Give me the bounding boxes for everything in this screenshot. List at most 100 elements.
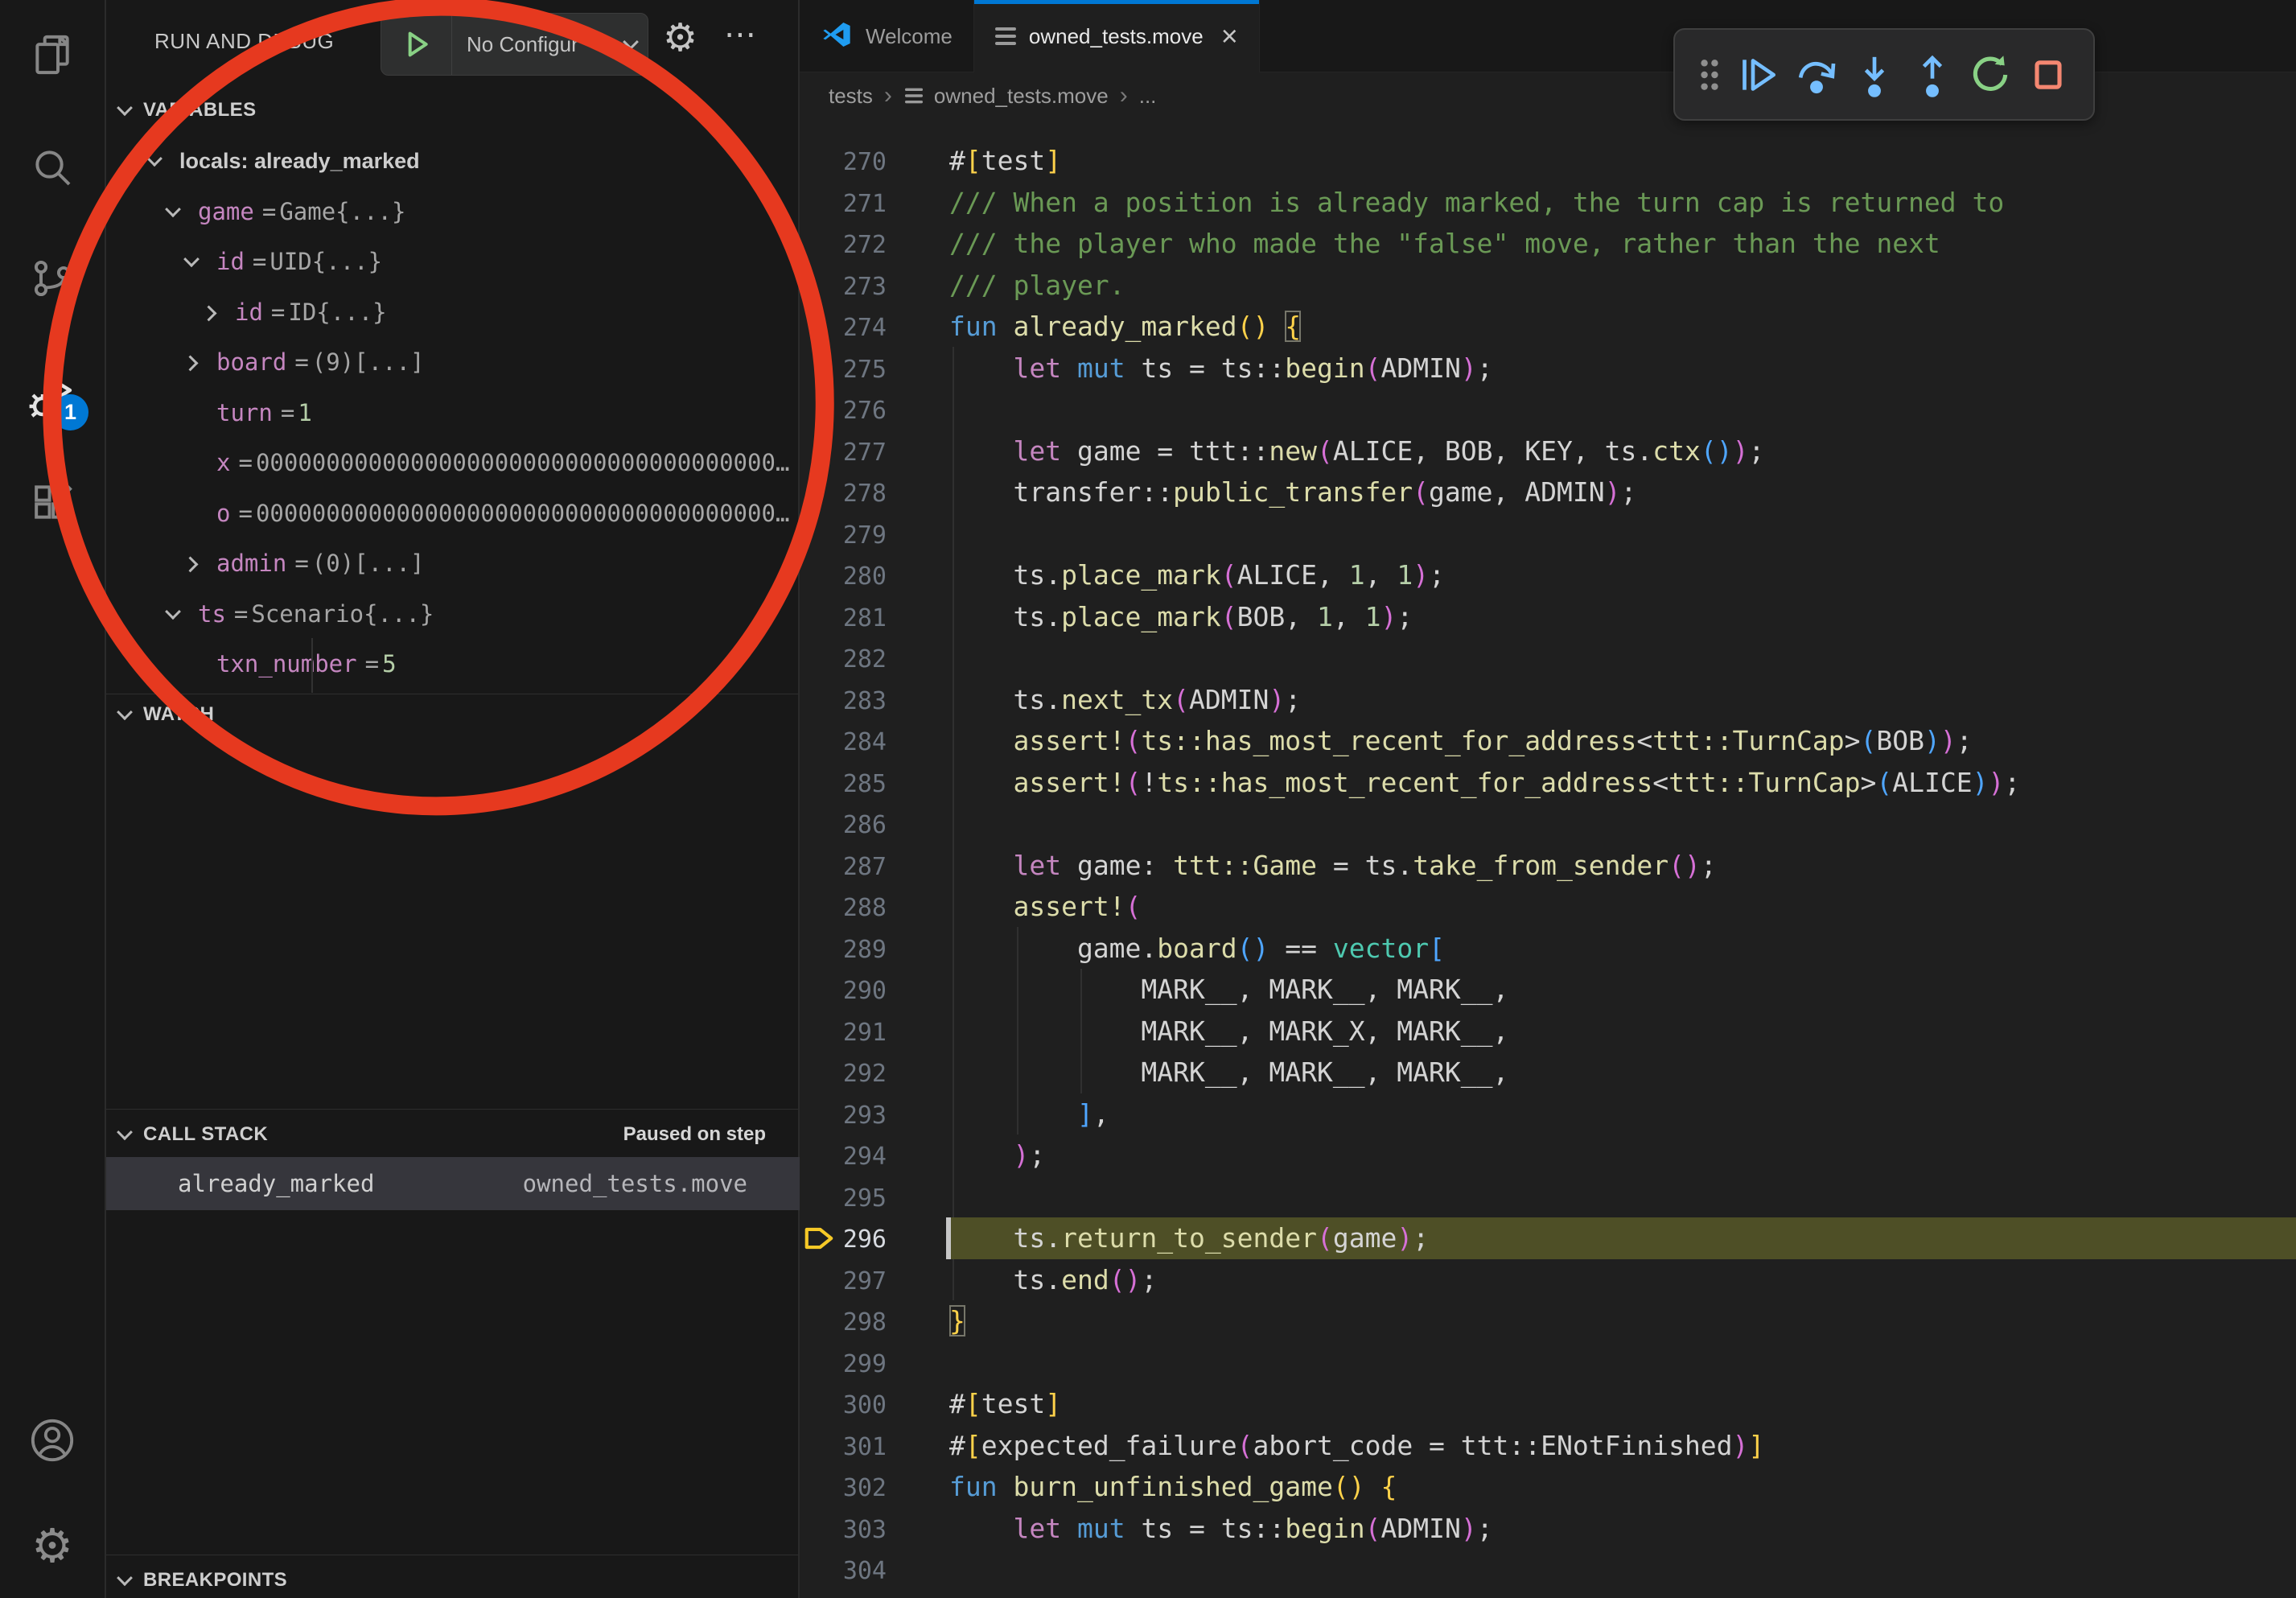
breadcrumb-item[interactable]: ...	[1139, 84, 1157, 109]
continue-icon[interactable]	[1730, 43, 1788, 107]
line-number[interactable]: 290	[800, 970, 887, 1012]
code-line[interactable]: 292 MARK__, MARK__, MARK__,	[800, 1052, 2296, 1093]
code-line[interactable]: 276	[800, 389, 2296, 430]
code-line[interactable]: 274fun already_marked() {	[800, 306, 2296, 348]
line-number[interactable]: 285	[800, 764, 887, 805]
variable-row[interactable]: turn=1	[106, 388, 800, 439]
line-number[interactable]: 291	[800, 1012, 887, 1054]
stop-icon[interactable]	[2019, 43, 2077, 107]
code-line[interactable]: 288 assert!(	[800, 886, 2296, 928]
line-number[interactable]: 289	[800, 929, 887, 971]
variable-row[interactable]: id=ID{...}	[106, 287, 800, 338]
line-number[interactable]: 273	[800, 266, 887, 308]
line-number[interactable]: 301	[800, 1427, 887, 1468]
source-control-icon[interactable]	[0, 238, 105, 319]
search-icon[interactable]	[0, 127, 105, 208]
code-line[interactable]: 294 );	[800, 1135, 2296, 1176]
line-number[interactable]: 277	[800, 432, 887, 474]
code-line[interactable]: 303 let mut ts = ts::begin(ADMIN);	[800, 1508, 2296, 1550]
start-debug-icon[interactable]	[381, 14, 452, 75]
line-number[interactable]: 274	[800, 307, 887, 349]
tab-welcome[interactable]: Welcome	[800, 0, 974, 72]
code-line[interactable]: 299	[800, 1342, 2296, 1384]
line-number[interactable]: 272	[800, 224, 887, 266]
line-number[interactable]: 287	[800, 846, 887, 888]
line-number[interactable]: 276	[800, 390, 887, 432]
code-line[interactable]: 286	[800, 803, 2296, 845]
breakpoints-section-header[interactable]: BREAKPOINTS	[106, 1559, 798, 1598]
line-number[interactable]: 271	[800, 183, 887, 225]
chevron-down-icon[interactable]	[165, 201, 181, 217]
variable-row[interactable]: id=UID{...}	[106, 237, 800, 287]
settings-gear-icon[interactable]: ⚙	[0, 1506, 105, 1587]
code-line[interactable]: 285 assert!(!ts::has_most_recent_for_add…	[800, 762, 2296, 804]
code-line[interactable]: 280 ts.place_mark(ALICE, 1, 1);	[800, 554, 2296, 596]
line-number[interactable]: 282	[800, 639, 887, 681]
chevron-right-icon[interactable]	[183, 356, 199, 372]
code-line[interactable]: 279	[800, 513, 2296, 555]
code-line[interactable]: 304	[800, 1549, 2296, 1591]
close-icon[interactable]: ×	[1221, 22, 1238, 51]
line-number[interactable]: 278	[800, 473, 887, 515]
variable-row[interactable]: admin=(0)[...]	[106, 538, 800, 589]
line-number[interactable]: 297	[800, 1261, 887, 1303]
chevron-right-icon[interactable]	[183, 557, 199, 573]
code-line[interactable]: 291 MARK__, MARK_X, MARK__,	[800, 1011, 2296, 1052]
watch-section-header[interactable]: WATCH	[106, 694, 798, 735]
code-editor[interactable]: 270#[test]271/// When a position is alre…	[800, 119, 2296, 1598]
code-line[interactable]: 300#[test]	[800, 1383, 2296, 1425]
step-over-icon[interactable]	[1788, 43, 1845, 107]
more-actions-icon[interactable]: ⋯	[724, 16, 756, 53]
variable-row[interactable]: txn_number=5	[106, 639, 800, 690]
tab-owned-tests-move[interactable]: owned_tests.move×	[974, 0, 1260, 72]
code-line[interactable]: 298}	[800, 1300, 2296, 1342]
code-line[interactable]: 293 ],	[800, 1093, 2296, 1135]
code-line[interactable]: 284 assert!(ts::has_most_recent_for_addr…	[800, 720, 2296, 762]
step-out-icon[interactable]	[1903, 43, 1961, 107]
line-number[interactable]: 283	[800, 681, 887, 723]
chevron-down-icon[interactable]	[146, 151, 163, 167]
code-line[interactable]: 296 ts.return_to_sender(game);	[800, 1217, 2296, 1259]
extensions-icon[interactable]	[0, 462, 105, 542]
line-number[interactable]: 294	[800, 1136, 887, 1178]
line-number[interactable]: 279	[800, 515, 887, 557]
account-icon[interactable]	[0, 1400, 105, 1481]
line-number[interactable]: 304	[800, 1551, 887, 1592]
toolbar-drag-handle[interactable]	[1689, 43, 1730, 107]
code-line[interactable]: 289 game.board() == vector[	[800, 928, 2296, 970]
line-number[interactable]: 302	[800, 1468, 887, 1509]
line-number[interactable]: 299	[800, 1344, 887, 1386]
code-line[interactable]: 302fun burn_unfinished_game() {	[800, 1466, 2296, 1508]
line-number[interactable]: 295	[800, 1178, 887, 1220]
explorer-icon[interactable]	[0, 14, 105, 95]
code-line[interactable]: 297 ts.end();	[800, 1259, 2296, 1301]
debug-config-dropdown[interactable]: No Configur	[381, 13, 648, 76]
call-stack-frame[interactable]: already_marked owned_tests.move	[106, 1157, 800, 1210]
variable-row[interactable]: x=00000000000000000000000000000000000000…	[106, 438, 800, 488]
variable-row[interactable]: board=(9)[...]	[106, 337, 800, 388]
code-line[interactable]: 301#[expected_failure(abort_code = ttt::…	[800, 1425, 2296, 1467]
code-line[interactable]: 287 let game: ttt::Game = ts.take_from_s…	[800, 845, 2296, 887]
breadcrumb-item[interactable]: owned_tests.move	[934, 84, 1109, 109]
code-line[interactable]: 270#[test]	[800, 140, 2296, 182]
line-number[interactable]: 292	[800, 1053, 887, 1095]
line-number[interactable]: 284	[800, 722, 887, 764]
code-line[interactable]: 281 ts.place_mark(BOB, 1, 1);	[800, 596, 2296, 638]
run-and-debug-icon[interactable]	[0, 356, 105, 436]
variable-row[interactable]: o=00000000000000000000000000000000000000…	[106, 488, 800, 539]
code-line[interactable]: 290 MARK__, MARK__, MARK__,	[800, 969, 2296, 1011]
line-number[interactable]: 303	[800, 1509, 887, 1551]
line-number[interactable]: 288	[800, 888, 887, 929]
line-number[interactable]: 293	[800, 1095, 887, 1137]
code-line[interactable]: 278 transfer::public_transfer(game, ADMI…	[800, 472, 2296, 513]
line-number[interactable]: 275	[800, 349, 887, 391]
code-line[interactable]: 275 let mut ts = ts::begin(ADMIN);	[800, 348, 2296, 389]
chevron-down-icon[interactable]	[183, 252, 200, 268]
code-line[interactable]: 283 ts.next_tx(ADMIN);	[800, 679, 2296, 721]
step-into-icon[interactable]	[1845, 43, 1903, 107]
variables-section-header[interactable]: VARIABLES	[106, 89, 798, 131]
variables-scope-row[interactable]: locals: already_marked	[106, 136, 800, 187]
line-number[interactable]: 281	[800, 598, 887, 640]
code-line[interactable]: 273/// player.	[800, 265, 2296, 307]
line-number[interactable]: 300	[800, 1385, 887, 1427]
